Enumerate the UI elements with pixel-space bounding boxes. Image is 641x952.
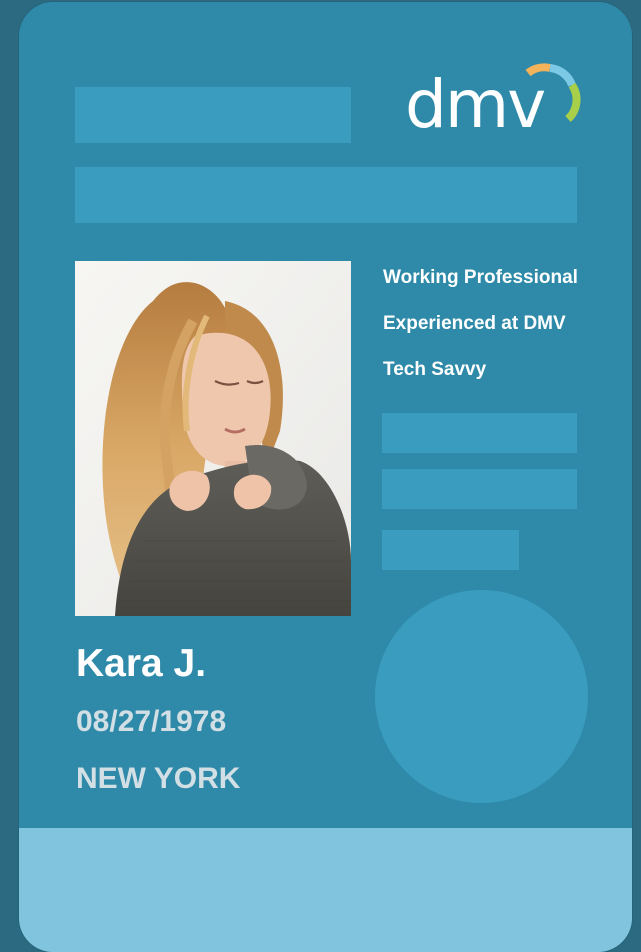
placeholder-bar-wide — [75, 167, 577, 223]
holder-state: NEW YORK — [76, 762, 241, 795]
placeholder-bar-right-1 — [382, 413, 577, 453]
placeholder-bar-right-2 — [382, 469, 577, 509]
trait-item: Working Professional — [383, 267, 578, 288]
holder-dob: 08/27/1978 — [76, 705, 227, 738]
trait-item: Experienced at DMV — [383, 313, 566, 334]
traits-list: Working Professional Experienced at DMV … — [383, 264, 578, 402]
placeholder-bar-top-left — [75, 87, 351, 143]
placeholder-bar-right-3 — [382, 530, 519, 570]
dmv-logo: dmv — [405, 60, 585, 150]
card-footer — [19, 828, 632, 952]
trait-item: Tech Savvy — [383, 359, 487, 380]
holder-name: Kara J. — [76, 642, 207, 685]
id-card: dmv Working Professional Experienced at … — [19, 2, 632, 952]
placeholder-circle — [375, 590, 588, 803]
logo-arc-icon — [525, 63, 581, 122]
holder-photo — [75, 261, 351, 616]
